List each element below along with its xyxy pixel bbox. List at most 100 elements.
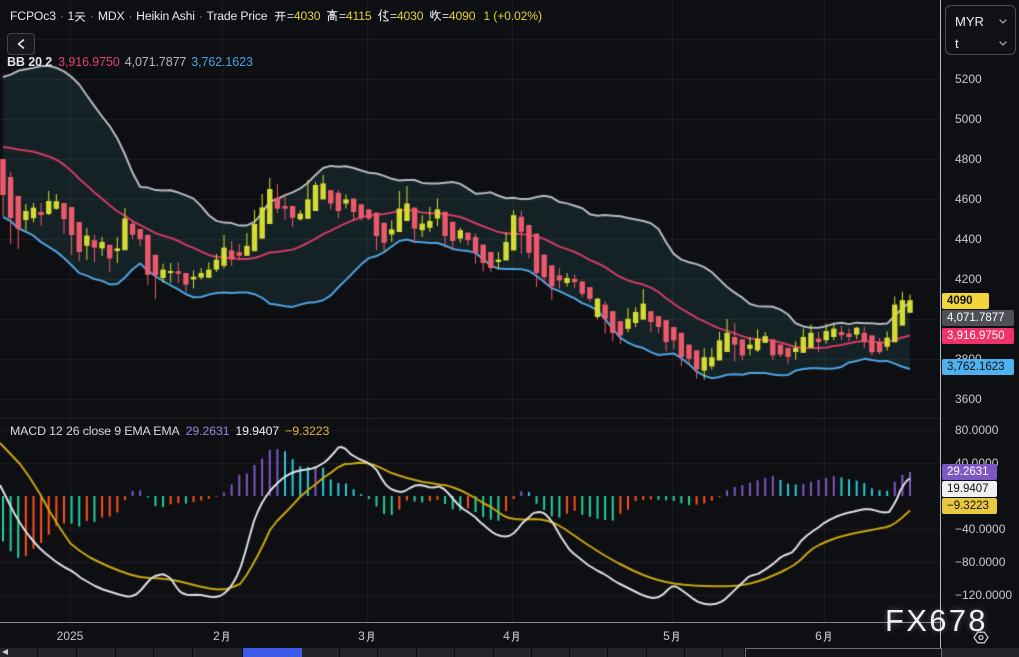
price-badge: 19.9407: [942, 481, 997, 497]
scrollbar-segment[interactable]: [608, 648, 647, 657]
cjk-glyph: [377, 9, 390, 22]
price-badge: 3,916.9750: [942, 328, 1014, 344]
currency-select[interactable]: MYR: [955, 14, 1007, 29]
symbol-ohlc-bar: FCPOc3·1·MDX·Heikin Ashi·Trade Price =40…: [10, 9, 542, 23]
bb-legend-title: BB 20 2: [7, 55, 52, 69]
ohlc-value: 4030: [397, 9, 424, 23]
trading-chart-app: {"header" : {"symbol" : "FCPOc3","interv…: [0, 0, 1019, 657]
axis-label: 80.0000: [955, 423, 998, 437]
ohlc-value: 4090: [449, 9, 476, 23]
scrollbar-segment[interactable]: [378, 648, 417, 657]
macd-value: 29.2631: [186, 424, 230, 438]
settings-gear-icon[interactable]: [973, 631, 989, 649]
price-badge: −9.3223: [942, 498, 997, 514]
change-value: 1 (+0.02%): [483, 9, 541, 23]
axis-label: −120.0000: [955, 588, 1012, 602]
time-label: 5: [663, 629, 681, 643]
scrollbar-segment[interactable]: [340, 648, 378, 657]
scrollbar-segment[interactable]: [193, 648, 243, 657]
axis-label: 5000: [955, 112, 982, 126]
axis-label: 4800: [955, 152, 982, 166]
axis-label: 3600: [955, 392, 982, 406]
bb-legend-values: 3,916.97504,071.78773,762.1623: [58, 55, 258, 69]
time-label: 6: [815, 629, 833, 643]
ohlc-label: =: [274, 9, 293, 23]
scrollbar-segment[interactable]: [570, 648, 608, 657]
scrollbar-segment[interactable]: [685, 648, 723, 657]
price-badge: 29.2631: [942, 464, 997, 480]
price-badge: 4,071.7877: [942, 310, 1014, 326]
ohlc-field: =4090: [429, 9, 475, 23]
price-badge: 3,762.1623: [942, 359, 1014, 375]
macd-legend-title: MACD 12 26 close 9 EMA EMA: [10, 424, 180, 438]
symbol-part: MDX: [98, 9, 125, 23]
axis-label: 4400: [955, 232, 982, 246]
time-label: 3: [358, 629, 376, 643]
scrollbar-segment[interactable]: [494, 648, 532, 657]
scrollbar-panel[interactable]: [745, 648, 942, 657]
back-button[interactable]: [7, 33, 35, 55]
price-badge: 4090: [942, 293, 989, 309]
currency-value: MYR: [955, 14, 984, 29]
time-axis[interactable]: 202523456: [0, 622, 940, 649]
macd-legend-values: 29.263119.9407−9.3223: [180, 424, 330, 438]
currency-unit-selector: MYR t: [945, 5, 1016, 55]
scrollbar-segment[interactable]: [647, 648, 685, 657]
ohlc-field: =4030: [274, 9, 320, 23]
scroll-left-arrow-icon[interactable]: [2, 649, 8, 655]
scrollbar-segment[interactable]: [723, 648, 745, 657]
price-axis[interactable]: 52005000480046004400420040003800360080.0…: [940, 0, 1019, 648]
chart-canvas[interactable]: [0, 0, 940, 622]
scrollbar-segment[interactable]: [116, 648, 154, 657]
scrollbar-segment[interactable]: [532, 648, 570, 657]
ohlc-values: =4030=4115=4030=4090: [274, 9, 481, 23]
time-label: 4: [503, 629, 521, 643]
scrollbar-segment[interactable]: [154, 648, 193, 657]
ohlc-label: =: [377, 9, 396, 23]
separator-dot: ·: [128, 11, 132, 23]
cjk-glyph: [74, 10, 86, 22]
symbol-part: Trade Price: [207, 9, 268, 23]
scrollbar-segment[interactable]: [940, 648, 1019, 657]
axis-label: −40.0000: [955, 522, 1005, 536]
chevron-down-icon: [999, 41, 1007, 46]
axis-label: 4600: [955, 192, 982, 206]
separator-dot: ·: [90, 11, 94, 23]
unit-value: t: [955, 36, 959, 51]
unit-select[interactable]: t: [955, 36, 1007, 51]
bb-value: 3,916.9750: [58, 55, 120, 69]
scrollbar-segment[interactable]: [38, 648, 77, 657]
ohlc-field: =4115: [326, 9, 371, 23]
cjk-glyph: [670, 631, 681, 642]
bb-value: 4,071.7877: [125, 55, 187, 69]
scrollbar-segment[interactable]: [417, 648, 455, 657]
ohlc-value: 4115: [346, 9, 372, 23]
symbol-title[interactable]: FCPOc3·1·MDX·Heikin Ashi·Trade Price: [10, 9, 267, 23]
back-chevron-icon: [17, 39, 25, 49]
separator-dot: ·: [199, 11, 203, 23]
symbol-part: 1: [68, 9, 87, 23]
chevron-down-icon: [999, 19, 1007, 24]
separator-dot: ·: [60, 11, 64, 23]
cjk-glyph: [429, 9, 442, 22]
bottom-scrollbar[interactable]: [0, 648, 1019, 657]
scrollbar-segment[interactable]: [302, 648, 340, 657]
cjk-glyph: [510, 631, 521, 642]
time-label: 2: [213, 629, 231, 643]
bb-indicator-legend[interactable]: BB 20 2 3,916.97504,071.78773,762.1623: [7, 55, 258, 69]
symbol-part: FCPOc3: [10, 9, 56, 23]
ohlc-label: =: [326, 9, 345, 23]
cjk-glyph: [220, 631, 231, 642]
axis-label: 4200: [955, 272, 982, 286]
cjk-glyph: [326, 9, 339, 22]
ohlc-field: =4030: [377, 9, 423, 23]
ohlc-value: 4030: [294, 9, 321, 23]
macd-value: 19.9407: [235, 424, 279, 438]
scrollbar-segment[interactable]: [77, 648, 116, 657]
axis-label: 5200: [955, 72, 982, 86]
axis-label: −80.0000: [955, 555, 1005, 569]
scrollbar-segment[interactable]: [455, 648, 494, 657]
macd-indicator-legend[interactable]: MACD 12 26 close 9 EMA EMA 29.2631 19.940…: [10, 424, 329, 438]
symbol-part: Heikin Ashi: [136, 9, 195, 23]
scrollbar-thumb[interactable]: [243, 648, 302, 657]
